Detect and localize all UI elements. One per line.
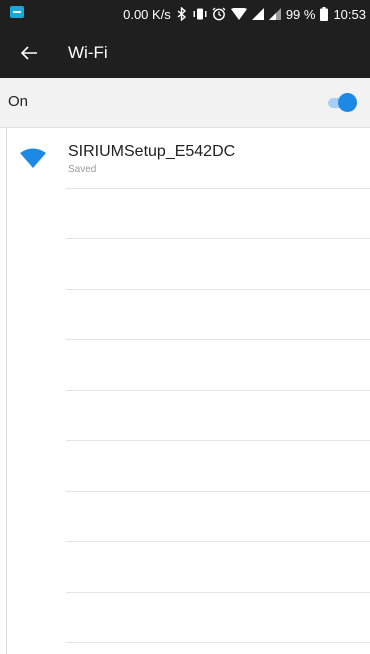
status-bar: 0.00 K/s 99 % 10:53 xyxy=(0,0,370,28)
list-divider xyxy=(66,592,370,593)
network-name: SIRIUMSetup_E542DC xyxy=(68,143,236,160)
list-divider xyxy=(66,188,370,189)
wifi-toggle-row[interactable]: On xyxy=(0,78,370,128)
status-indicators: 0.00 K/s 99 % 10:53 xyxy=(123,0,366,28)
list-divider xyxy=(66,642,370,643)
app-notification-icon xyxy=(10,6,24,18)
network-status: Saved xyxy=(68,164,97,175)
list-divider xyxy=(66,541,370,542)
list-left-edge xyxy=(6,127,7,654)
cell-signal-icon xyxy=(268,8,281,20)
battery-icon xyxy=(320,7,329,21)
wifi-settings-screen: 0.00 K/s 99 % 10:53 Wi-Fi On SIRIUMSetup… xyxy=(0,0,370,654)
toggle-thumb xyxy=(338,93,357,112)
wifi-icon xyxy=(20,148,46,168)
list-divider xyxy=(66,440,370,441)
wifi-toggle-label: On xyxy=(8,93,29,110)
clock: 10:53 xyxy=(333,6,366,22)
network-list-item[interactable]: SIRIUMSetup_E542DC Saved xyxy=(0,128,370,188)
list-divider xyxy=(66,339,370,340)
arrow-left-icon[interactable] xyxy=(18,42,40,64)
battery-percentage: 99 % xyxy=(285,6,316,22)
list-divider xyxy=(66,289,370,290)
wifi-signal-icon xyxy=(230,8,247,20)
wifi-toggle-switch[interactable] xyxy=(328,93,357,113)
cell-signal-icon xyxy=(251,8,264,20)
vibrate-icon xyxy=(193,7,207,21)
app-bar: Wi-Fi xyxy=(0,28,370,78)
page-title: Wi-Fi xyxy=(68,43,108,62)
bluetooth-icon xyxy=(176,7,188,21)
list-divider xyxy=(66,390,370,391)
list-divider xyxy=(66,491,370,492)
alarm-icon xyxy=(212,7,226,21)
network-speed: 0.00 K/s xyxy=(123,6,171,22)
list-divider xyxy=(66,238,370,239)
